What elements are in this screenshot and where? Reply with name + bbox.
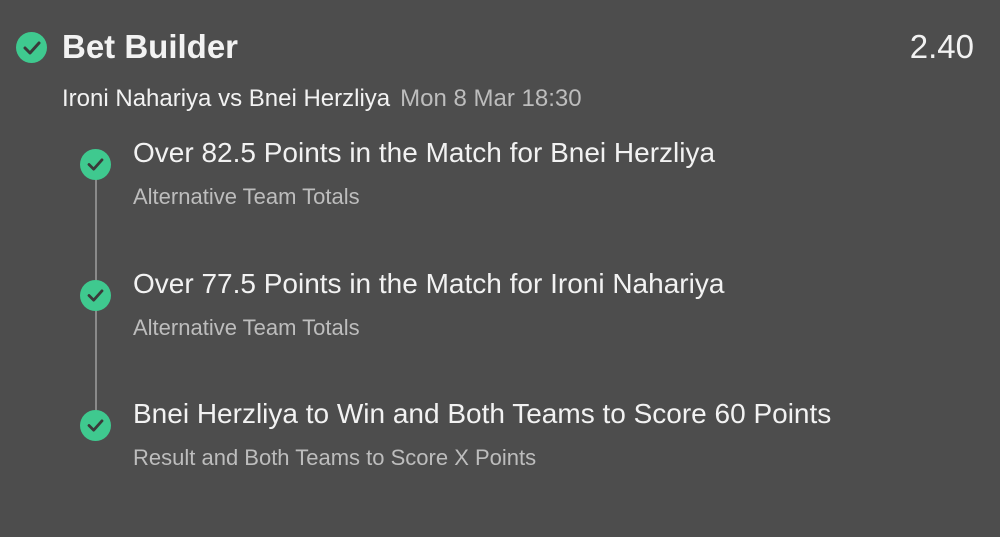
leg-selection: Over 82.5 Points in the Match for Bnei H…	[133, 137, 716, 168]
leg-market: Result and Both Teams to Score X Points	[133, 445, 537, 470]
bet-title: Bet Builder	[62, 28, 239, 65]
leg-market: Alternative Team Totals	[133, 315, 360, 340]
match-datetime: Mon 8 Mar 18:30	[400, 85, 582, 112]
leg-selection: Bnei Herzliya to Win and Both Teams to S…	[133, 398, 832, 429]
bet-odds: 2.40	[909, 28, 974, 65]
match-info: Ironi Nahariya vs Bnei Herzliya Mon 8 Mar…	[62, 84, 582, 114]
check-circle-icon	[80, 280, 111, 311]
leg-market: Alternative Team Totals	[133, 184, 360, 209]
check-circle-icon	[80, 410, 111, 441]
check-circle-icon	[16, 32, 47, 63]
match-name: Ironi Nahariya vs Bnei Herzliya	[62, 85, 391, 112]
check-circle-icon	[80, 149, 111, 180]
leg-selection: Over 77.5 Points in the Match for Ironi …	[133, 268, 725, 299]
bet-builder-card: Bet Builder 2.40 Ironi Nahariya vs Bnei …	[0, 0, 1000, 537]
